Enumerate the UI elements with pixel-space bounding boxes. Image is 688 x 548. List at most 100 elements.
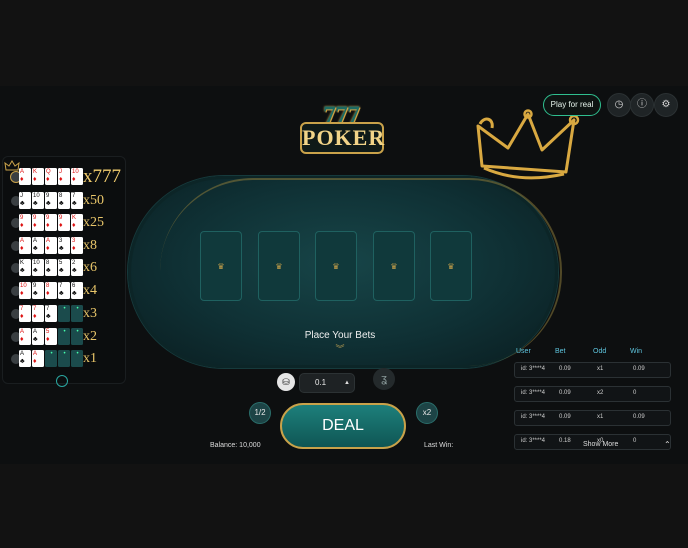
paytable-card: •: [58, 350, 70, 367]
paytable-card: 7 ♦: [19, 305, 31, 322]
paytable-row: 7 ♦ 7 ♦ 7 ♣ • • x3: [3, 304, 125, 324]
paytable-card: 10 ♣: [32, 259, 44, 276]
double-bet-button[interactable]: x2: [416, 402, 438, 424]
bets-cell: 0.18: [559, 438, 571, 444]
paytable-multiplier: x4: [83, 283, 97, 298]
paytable-card: K ♦: [32, 168, 44, 185]
paytable-card: •: [58, 305, 70, 322]
card-slot-5[interactable]: ♛: [430, 231, 472, 301]
logo: 777 POKER: [298, 101, 384, 154]
paytable-card: A ♦: [45, 237, 57, 254]
paytable-card: A ♦: [19, 168, 31, 185]
history-icon: ◷: [614, 99, 624, 110]
paytable-card: K ♦: [71, 214, 83, 231]
history-button[interactable]: ◷: [607, 93, 631, 117]
bets-cell: 0.09: [633, 366, 645, 372]
bet-amount-value: 0.1: [315, 378, 327, 387]
paytable-row: A ♦ K ♦ Q ♦ J ♦ 10 ♦ x777: [3, 167, 125, 187]
card-slot-3[interactable]: ♛: [315, 231, 357, 301]
paytable-card: A ♣: [19, 350, 31, 367]
paytable-card: 8 ♦: [45, 282, 57, 299]
place-bets-prompt: Place Your Bets: [304, 330, 376, 341]
paytable-row: K ♣ 10 ♣ 8 ♣ 5 ♣ 2 ♣ x6: [3, 258, 125, 278]
crown-icon: [476, 109, 580, 180]
bets-cell: x1: [597, 414, 604, 420]
card-slot-2[interactable]: ♛: [258, 231, 300, 301]
bets-header-bet: Bet: [555, 348, 566, 355]
paytable-card: •: [45, 350, 57, 367]
paytable-card: 9 ♣: [45, 192, 57, 209]
autoplay-button[interactable]: ʓ: [373, 368, 395, 390]
info-icon: ⓘ: [637, 99, 647, 110]
game-area: 777 POKER Play for real ◷ ⓘ ⚙ ♛ ♛ ♛ ♛ ♛ …: [0, 86, 688, 464]
paytable-card: •: [58, 328, 70, 345]
bets-cell: id: 3****4: [521, 414, 546, 420]
chevron-up-icon[interactable]: ⌃: [664, 440, 671, 449]
paytable-card: 8 ♣: [45, 259, 57, 276]
bets-cell: id: 3****4: [521, 438, 546, 444]
card-back-icon: ♛: [217, 262, 225, 271]
settings-button[interactable]: ⚙: [654, 93, 678, 117]
paytable-row: A ♣ A ♦ • • • x1: [3, 349, 125, 369]
paytable-card: K ♣: [19, 259, 31, 276]
paytable-card: 6 ♣: [71, 282, 83, 299]
bets-row: id: 3****4 0.09 x1 0.09: [514, 410, 671, 426]
last-win-label: Last Win:: [424, 442, 454, 449]
paytable-multiplier: x50: [83, 193, 104, 208]
paytable-multiplier: x777: [83, 166, 121, 187]
bets-cell: x1: [597, 366, 604, 372]
paytable-card: 9 ♦: [19, 214, 31, 231]
paytable-card: 10 ♦: [71, 168, 83, 185]
bets-cell: 0.09: [559, 390, 571, 396]
paytable-row: A ♦ A ♣ 5 ♦ • • x2: [3, 327, 125, 347]
deal-button[interactable]: DEAL: [280, 403, 406, 449]
caret-up-icon: ▲: [344, 380, 350, 386]
paytable-row: A ♦ A ♣ A ♦ 3 ♣ 3 ♦ x8: [3, 236, 125, 256]
info-button[interactable]: ⓘ: [630, 93, 654, 117]
chip-icon[interactable]: ⛁: [277, 373, 295, 391]
paytable-card: 10 ♦: [19, 282, 31, 299]
paytable-row: 10 ♦ 9 ♣ 8 ♦ 7 ♣ 6 ♣ x4: [3, 281, 125, 301]
autoplay-icon: ʓ: [381, 373, 387, 385]
paytable-card: 8 ♣: [58, 192, 70, 209]
paytable-card: 9 ♣: [32, 282, 44, 299]
paytable-card: J ♦: [58, 168, 70, 185]
paytable-multiplier: x6: [83, 260, 97, 275]
paytable-card: 7 ♣: [58, 282, 70, 299]
paytable-card: 9 ♦: [32, 214, 44, 231]
paytable-card: 7 ♣: [45, 305, 57, 322]
bets-cell: 0: [633, 390, 637, 396]
bet-amount-select[interactable]: 0.1 ▲: [299, 373, 355, 393]
bets-cell: 0.09: [559, 414, 571, 420]
paytable-multiplier: x2: [83, 329, 97, 344]
bets-row: id: 3****4 0.09 x1 0.09: [514, 362, 671, 378]
paytable-card: 10 ♣: [32, 192, 44, 209]
bets-cell: x2: [597, 390, 604, 396]
paytable-card: •: [71, 305, 83, 322]
paytable-card: 3 ♦: [71, 237, 83, 254]
paytable-multiplier: x25: [83, 215, 104, 230]
paytable-card: A ♣: [32, 237, 44, 254]
card-slot-4[interactable]: ♛: [373, 231, 415, 301]
logo-poker: POKER: [300, 122, 384, 154]
card-slot-1[interactable]: ♛: [200, 231, 242, 301]
show-more-button[interactable]: Show More: [583, 441, 618, 448]
paytable-card: Q ♦: [45, 168, 57, 185]
paytable-card: J ♣: [19, 192, 31, 209]
paytable-row: J ♣ 10 ♣ 9 ♣ 8 ♣ 7 ♣ x50: [3, 191, 125, 211]
paytable-toggle-button[interactable]: [56, 375, 68, 387]
play-for-real-button[interactable]: Play for real: [543, 94, 601, 116]
paytable-card: A ♦: [19, 237, 31, 254]
paytable-card: 3 ♣: [58, 237, 70, 254]
card-back-icon: ♛: [447, 262, 455, 271]
half-bet-button[interactable]: 1/2: [249, 402, 271, 424]
card-back-icon: ♛: [332, 262, 340, 271]
paytable-card: 5 ♦: [45, 328, 57, 345]
paytable-card: 2 ♣: [71, 259, 83, 276]
card-back-icon: ♛: [275, 262, 283, 271]
paytable-card: 9 ♦: [45, 214, 57, 231]
bets-row: id: 3****4 0.09 x2 0: [514, 386, 671, 402]
paytable-card: •: [71, 328, 83, 345]
gear-icon: ⚙: [661, 99, 671, 110]
bets-header-win: Win: [630, 348, 643, 355]
